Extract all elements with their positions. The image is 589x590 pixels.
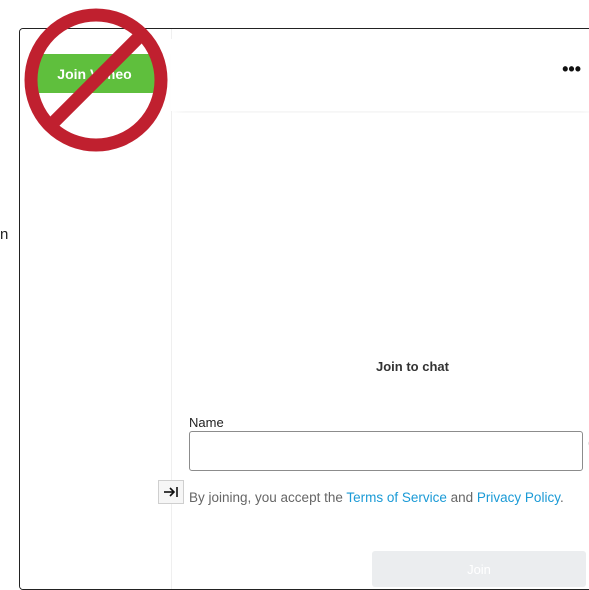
no-sign-icon bbox=[24, 8, 168, 152]
join-button[interactable]: Join bbox=[372, 551, 586, 587]
stray-text: n bbox=[0, 226, 9, 243]
chat-title: Join to chat bbox=[376, 359, 449, 374]
terms-of-service-link[interactable]: Terms of Service bbox=[346, 490, 447, 505]
terms-text: By joining, you accept the Terms of Serv… bbox=[189, 487, 584, 508]
terms-and: and bbox=[446, 490, 477, 505]
privacy-policy-link[interactable]: Privacy Policy bbox=[477, 490, 560, 505]
name-label: Name bbox=[189, 415, 224, 430]
header-bar: ••• bbox=[171, 39, 589, 111]
terms-suffix: . bbox=[559, 490, 564, 505]
more-options-icon[interactable]: ••• bbox=[562, 60, 581, 78]
chat-panel: Join to chat Name ( By joining, you acce… bbox=[171, 113, 589, 589]
name-input[interactable] bbox=[189, 431, 583, 471]
terms-prefix: By joining, you accept the bbox=[189, 490, 347, 505]
arrow-right-to-bar-icon[interactable] bbox=[158, 480, 184, 504]
